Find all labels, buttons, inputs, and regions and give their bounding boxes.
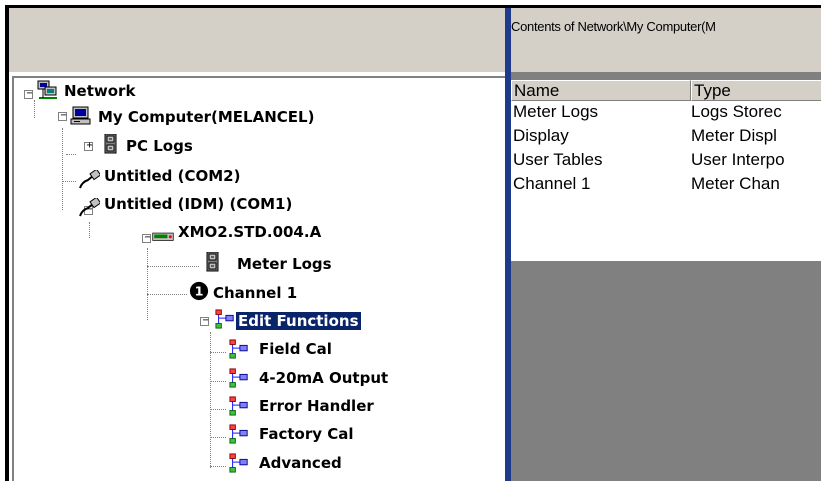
tree-node-xmo2[interactable]: XMO2.STD.004.A [178,223,321,241]
tree-node-factory-cal[interactable]: Factory Cal [259,425,354,443]
function-icon [229,368,248,388]
tree-connector [210,466,226,467]
contents-path-label: Contents of Network\My Computer(M [511,19,716,34]
contents-pane: Contents of Network\My Computer(M Name T… [511,8,821,481]
tree-connector [210,437,226,438]
item-name: User Tables [513,150,603,169]
tree-node-untitled-idm-com1[interactable]: Untitled (IDM) (COM1) [104,195,292,213]
function-icon [229,453,248,473]
tree-connector [34,100,35,118]
list-item[interactable]: Display Meter Displ [511,125,821,148]
tree-node-edit-functions[interactable]: Edit Functions [235,311,362,331]
tree-connector [147,294,187,295]
tree-bevel-left [12,76,14,481]
meter-device-icon [152,232,174,241]
tree-connector [147,266,199,267]
tree-node-error-handler[interactable]: Error Handler [259,397,374,415]
tree-connector [210,381,226,382]
column-header-type[interactable]: Type [691,80,821,101]
item-type: Logs Storec [691,102,782,121]
list-item[interactable]: Meter Logs Logs Storec [511,101,821,124]
column-header-name[interactable]: Name [511,80,691,101]
function-icon [229,339,248,359]
cabinet-icon [104,134,117,154]
tree-connector [210,409,226,410]
network-icon [37,80,57,99]
tree-node-network[interactable]: Network [64,82,135,100]
serial-cable-icon [79,198,100,217]
tree-connector [62,181,76,182]
expand-toggle[interactable]: + [84,140,93,151]
contents-list: Meter Logs Logs Storec Display Meter Dis… [511,101,821,261]
tree-node-4-20ma-output[interactable]: 4-20mA Output [259,369,388,387]
svg-text:1: 1 [195,284,204,299]
tree-connector [62,128,63,210]
tree-node-pc-logs[interactable]: PC Logs [126,137,193,155]
explorer-window: − Network − My Computer(MELANCEL) + PC L… [0,0,821,481]
network-tree-pane[interactable] [9,72,505,481]
function-icon [229,396,248,416]
tree-node-advanced[interactable]: Advanced [259,454,342,472]
list-item[interactable]: Channel 1 Meter Chan [511,173,821,196]
item-type: Meter Displ [691,126,777,145]
tree-node-field-cal[interactable]: Field Cal [259,340,332,358]
item-name: Display [513,126,569,145]
computer-icon [70,106,91,125]
tree-header-area [9,8,505,72]
function-icon [229,424,248,444]
selected-node-label[interactable]: Edit Functions [235,311,362,331]
item-type: User Interpo [691,150,785,169]
collapse-toggle[interactable]: − [24,88,33,99]
serial-cable-icon [79,170,100,189]
path-bar: Contents of Network\My Computer(M [511,8,821,72]
tree-connector [66,154,76,155]
tree-connector [147,248,148,320]
collapse-toggle[interactable]: − [58,110,67,121]
tree-connector [89,222,90,238]
tree-connector [210,352,226,353]
collapse-toggle[interactable]: − [200,315,209,326]
tree-bevel-top [12,76,505,78]
cabinet-icon [206,252,219,272]
item-type: Meter Chan [691,174,780,193]
item-name: Channel 1 [513,174,591,193]
channel-1-icon: 1 [189,281,209,301]
tree-node-meter-logs[interactable]: Meter Logs [237,255,332,273]
tree-node-channel-1[interactable]: Channel 1 [213,284,297,302]
edit-functions-icon [215,309,234,329]
collapse-toggle[interactable]: − [142,232,151,243]
tree-node-my-computer[interactable]: My Computer(MELANCEL) [98,108,314,126]
item-name: Meter Logs [513,102,599,121]
tree-node-untitled-com2[interactable]: Untitled (COM2) [104,167,240,185]
list-item[interactable]: User Tables User Interpo [511,149,821,172]
